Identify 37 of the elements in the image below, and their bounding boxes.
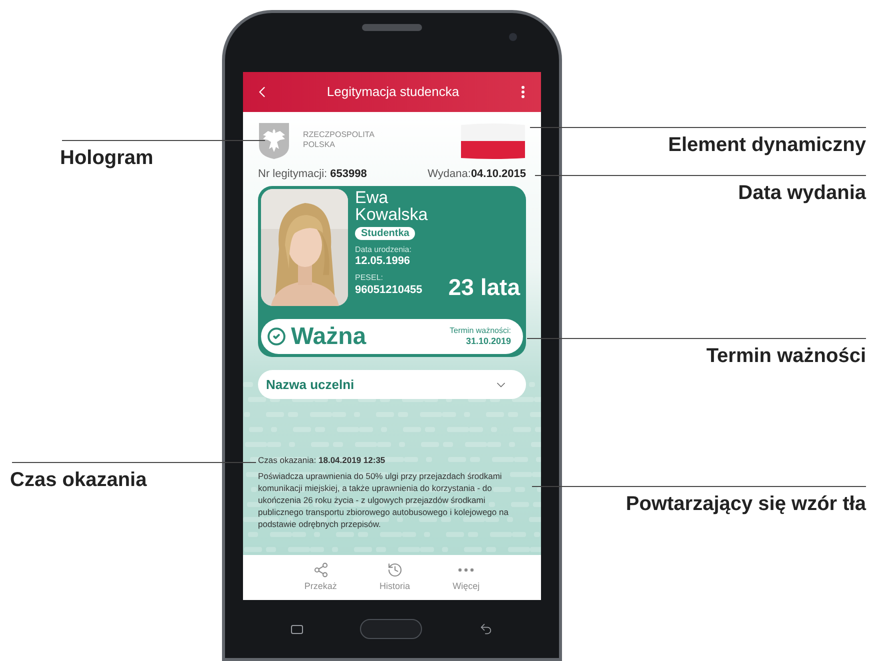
status-text: Ważna — [291, 322, 366, 352]
nav-item[interactable]: Przekaż — [304, 555, 337, 600]
app-title: Legitymacja studencka — [326, 83, 460, 102]
back-key-icon[interactable] — [479, 622, 493, 636]
expiry-date: 31.10.2019 — [466, 336, 511, 347]
description-text: Poświadcza uprawnienia do 50% ulgi przy przejazdach środkami komunikacji miejskiej, a także uprawnienia do korzystania - do ukończenia 26 roku życia - z ulgowych przejazdów środkami publicznego transportu zbiorowego autobusowego i kolejowego na podstawie odrębnych przepisów. — [258, 470, 510, 530]
nav-item[interactable]: Więcej — [452, 555, 480, 600]
birth-date-label: Data urodzenia: — [355, 245, 412, 255]
history-icon — [386, 562, 403, 578]
annotation-label: Czas okazania — [10, 468, 148, 492]
eagle-emblem-icon — [258, 122, 290, 160]
annotation-label: Data wydania — [738, 181, 866, 205]
last-name: Kowalska — [355, 206, 429, 224]
expiry-label: Termin ważności: — [450, 326, 511, 336]
more-icon — [458, 568, 474, 572]
pesel-label: PESEL: — [355, 273, 384, 283]
recent-apps-icon[interactable] — [291, 624, 303, 634]
camera-lens — [509, 33, 517, 41]
nav-item[interactable]: Historia — [379, 555, 410, 600]
university-dropdown[interactable]: Nazwa uczelni — [258, 370, 526, 399]
annotation-label: Powtarzający się wzór tła — [626, 492, 866, 516]
pesel-number: 96051210455 — [355, 284, 422, 297]
role-badge: Studentka — [355, 227, 416, 240]
first-name: Ewa — [355, 189, 390, 206]
share-icon — [312, 562, 329, 578]
annotation-label: Element dynamiczny — [668, 133, 866, 157]
speaker-grille — [362, 24, 422, 31]
annotation-label: Hologram — [60, 146, 154, 170]
flag-icon — [460, 122, 526, 160]
issue-date: Wydana:04.10.2015 — [428, 167, 526, 181]
annotation-label: Termin ważności — [706, 344, 866, 368]
shown-time: Czas okazania: 18.04.2019 12:35 — [258, 455, 386, 466]
country-name: RZECZPOSPOLITA — [303, 130, 374, 140]
birth-date: 12.05.1996 — [355, 255, 412, 268]
age-text: 23 lata — [448, 275, 520, 299]
id-number: Nr legitymacji: 653998 — [258, 167, 367, 181]
country-name: POLSKA — [303, 140, 336, 150]
